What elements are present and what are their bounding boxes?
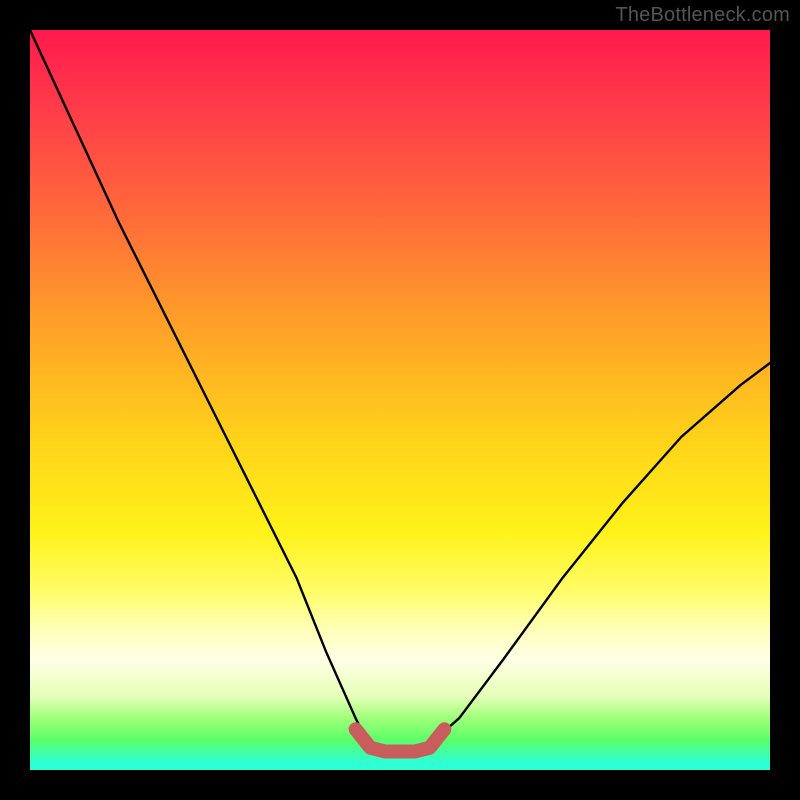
bottom-highlight-path	[356, 729, 445, 751]
watermark-text: TheBottleneck.com	[615, 4, 790, 27]
bottleneck-curve-path	[30, 30, 770, 752]
plot-area	[30, 30, 770, 770]
chart-stage: TheBottleneck.com	[0, 0, 800, 800]
curve-svg	[30, 30, 770, 770]
